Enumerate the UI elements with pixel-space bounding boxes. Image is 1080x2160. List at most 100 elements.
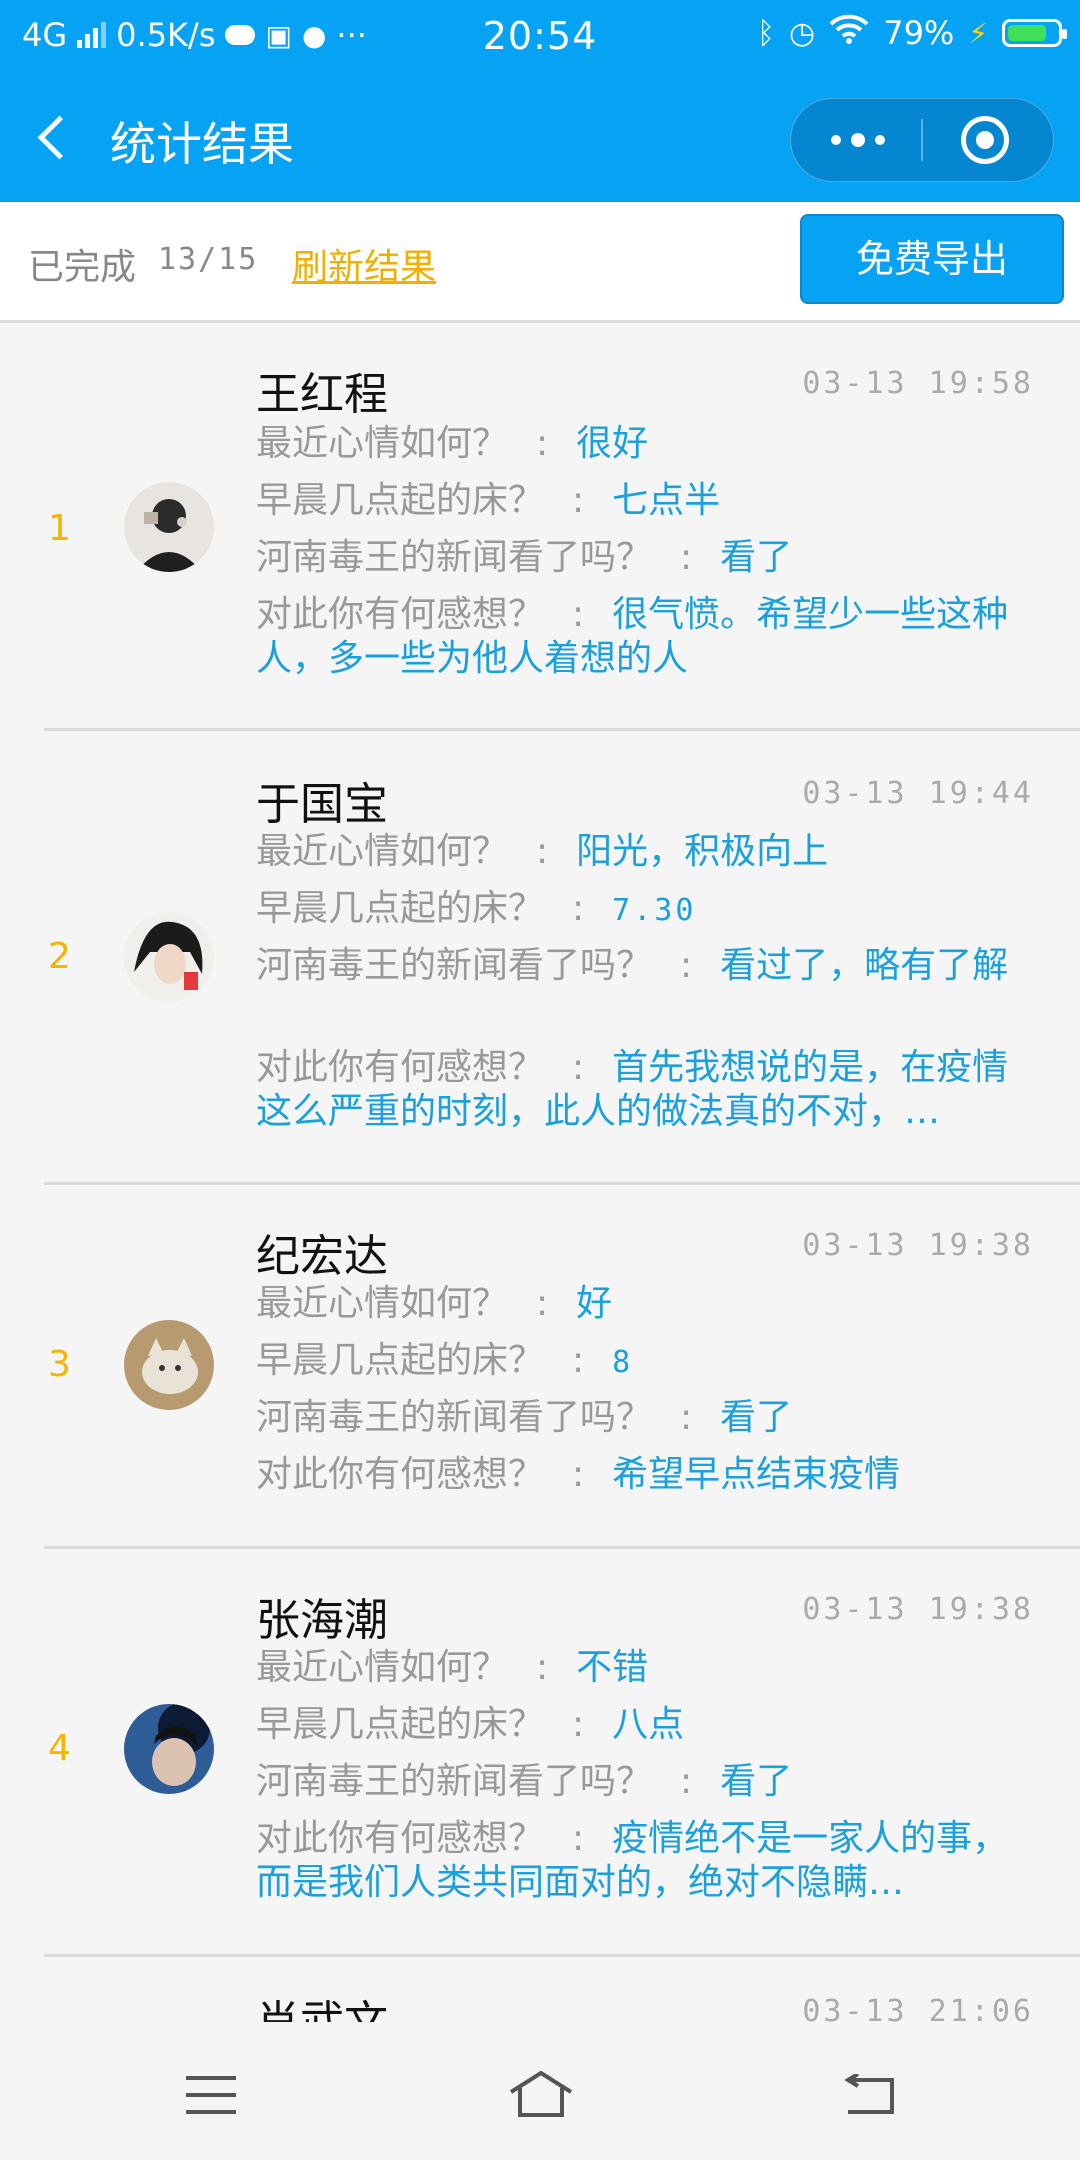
colon-separator: : [572, 1818, 585, 1859]
capsule-divider [921, 119, 923, 161]
question-text: 河南毒王的新闻看了吗？ [256, 537, 653, 578]
free-export-button[interactable]: 免费导出 [800, 214, 1064, 304]
battery-percent: 79% [883, 14, 955, 52]
list-item[interactable]: 4 张海潮 03-13 19:38 最近心情如何？: 不错 早晨几点起的床？: 八点… [0, 1548, 1080, 1957]
respondent-name: 肖武文 [256, 1986, 388, 2022]
respondent-name: 王红程 [256, 369, 388, 420]
list-item[interactable]: 1 王红程 03-13 19:58 最近心情如何？: 很好 早晨几点起的床？: 七点… [0, 322, 1080, 732]
menu-icon[interactable] [186, 2076, 236, 2116]
avatar [124, 912, 214, 1002]
colon-separator: : [680, 1761, 693, 1802]
respondent-name: 于国宝 [256, 779, 388, 830]
page-title: 统计结果 [110, 117, 294, 171]
answer-text: 希望早点结束疫情 [612, 1454, 901, 1495]
answer-row: 河南毒王的新闻看了吗？: 看了 [256, 1396, 1030, 1440]
home-icon[interactable] [508, 2070, 574, 2118]
submit-time: 03-13 19:38 [802, 1228, 1034, 1263]
respondent-name: 张海潮 [256, 1595, 388, 1646]
question-text: 最近心情如何？ [256, 831, 509, 872]
answer-row: 早晨几点起的床？:8 [256, 1339, 1030, 1385]
answer-text: 不错 [576, 1647, 649, 1688]
charging-icon: ⚡ [968, 16, 988, 50]
answer-row: 最近心情如何？: 很好 [256, 422, 1030, 466]
colon-separator: : [572, 888, 585, 929]
answer-text: 八点 [612, 1704, 685, 1745]
answer-row: 最近心情如何？: 不错 [256, 1646, 1030, 1690]
colon-separator: : [536, 1647, 549, 1688]
question-text: 早晨几点起的床？ [256, 480, 545, 521]
answer-text: 7.30 [612, 893, 697, 928]
rank-number: 1 [48, 508, 71, 549]
list-item[interactable]: 肖武文 03-13 21:06 [0, 1956, 1080, 2022]
list-item[interactable]: 2 于国宝 03-13 19:44 最近心情如何？: 阳光，积极向上 早晨几点起的… [0, 732, 1080, 1185]
miniprogram-capsule [790, 98, 1054, 182]
answer-text: 七点半 [612, 480, 721, 521]
colon-separator: : [572, 480, 585, 521]
status-right: ᛒ ◷ 79% ⚡ [757, 14, 1067, 52]
status-bar: 4G 0.5K/s ▣ ● ··· 20:54 ᛒ ◷ 79% ⚡ [0, 0, 1080, 74]
system-nav-bar [0, 2034, 1080, 2160]
avatar [124, 1320, 214, 1410]
alarm-icon: ◷ [789, 15, 816, 51]
colon-separator: : [572, 594, 585, 635]
question-text: 河南毒王的新闻看了吗？ [256, 1761, 653, 1802]
avatar [124, 1704, 214, 1794]
answer-row: 河南毒王的新闻看了吗？: 看了 [256, 536, 1030, 580]
row-divider [44, 728, 1080, 731]
rank-number: 2 [48, 936, 71, 977]
question-text: 对此你有何感想？ [256, 1454, 545, 1495]
question-text: 对此你有何感想？ [256, 1818, 545, 1859]
question-text: 对此你有何感想？ [256, 1047, 545, 1088]
answer-text: 看了 [720, 1397, 793, 1438]
more-options-icon[interactable] [791, 99, 921, 181]
colon-separator: : [536, 1283, 549, 1324]
colon-separator: : [572, 1340, 585, 1381]
colon-separator: : [536, 423, 549, 464]
back-arrow-icon[interactable] [34, 112, 74, 164]
question-text: 最近心情如何？ [256, 1283, 509, 1324]
question-text: 对此你有何感想？ [256, 594, 545, 635]
answer-row: 最近心情如何？: 阳光，积极向上 [256, 830, 1030, 874]
answer-text: 看了 [720, 537, 793, 578]
answer-row: 对此你有何感想？: 希望早点结束疫情 [256, 1453, 1030, 1497]
close-target-icon[interactable] [961, 116, 1009, 164]
summary-bar: 已完成 13/15 刷新结果 免费导出 [0, 202, 1080, 323]
battery-fill [1008, 25, 1046, 41]
submit-time: 03-13 19:58 [802, 366, 1034, 401]
answer-row: 早晨几点起的床？:7.30 [256, 887, 1030, 933]
answer-row: 早晨几点起的床？: 七点半 [256, 479, 1030, 523]
answer-row: 对此你有何感想？: 首先我想说的是，在疫情这么严重的时刻，此人的做法真的不对，… [256, 1046, 1030, 1148]
answer-text: 很好 [576, 423, 649, 464]
question-text: 早晨几点起的床？ [256, 888, 545, 929]
rank-number: 4 [48, 1728, 71, 1769]
colon-separator: : [536, 831, 549, 872]
answer-text: 阳光，积极向上 [576, 831, 829, 872]
answer-text: 看过了，略有了解 [720, 945, 1009, 986]
colon-separator: : [680, 1397, 693, 1438]
colon-separator: : [680, 537, 693, 578]
rank-number: 3 [48, 1344, 71, 1385]
colon-separator: : [680, 945, 693, 986]
colon-separator: : [572, 1454, 585, 1495]
colon-separator: : [572, 1047, 585, 1088]
list-item[interactable]: 3 纪宏达 03-13 19:38 最近心情如何？: 好 早晨几点起的床？:8 河… [0, 1184, 1080, 1549]
colon-separator: : [572, 1704, 585, 1745]
answer-row: 对此你有何感想？: 很气愤。希望少一些这种人，多一些为他人着想的人 [256, 593, 1030, 681]
submit-time: 03-13 19:38 [802, 1592, 1034, 1627]
refresh-results-link[interactable]: 刷新结果 [292, 238, 436, 290]
question-text: 河南毒王的新闻看了吗？ [256, 1397, 653, 1438]
respondent-name: 纪宏达 [256, 1231, 388, 1282]
answer-row: 早晨几点起的床？: 八点 [256, 1703, 1030, 1747]
back-icon[interactable] [842, 2072, 896, 2116]
answer-row: 河南毒王的新闻看了吗？: 看过了，略有了解 [256, 944, 1030, 988]
completed-count: 13/15 [158, 242, 259, 277]
submit-time: 03-13 19:44 [802, 776, 1034, 811]
results-list: 1 王红程 03-13 19:58 最近心情如何？: 很好 早晨几点起的床？: 七点… [0, 322, 1080, 2022]
submit-time: 03-13 21:06 [802, 1994, 1034, 2022]
answer-row: 河南毒王的新闻看了吗？: 看了 [256, 1760, 1030, 1804]
completed-label: 已完成 [28, 247, 137, 288]
wifi-icon [829, 14, 869, 52]
question-text: 最近心情如何？ [256, 1647, 509, 1688]
nav-bar: 统计结果 [0, 74, 1080, 202]
answer-text: 好 [576, 1283, 613, 1324]
